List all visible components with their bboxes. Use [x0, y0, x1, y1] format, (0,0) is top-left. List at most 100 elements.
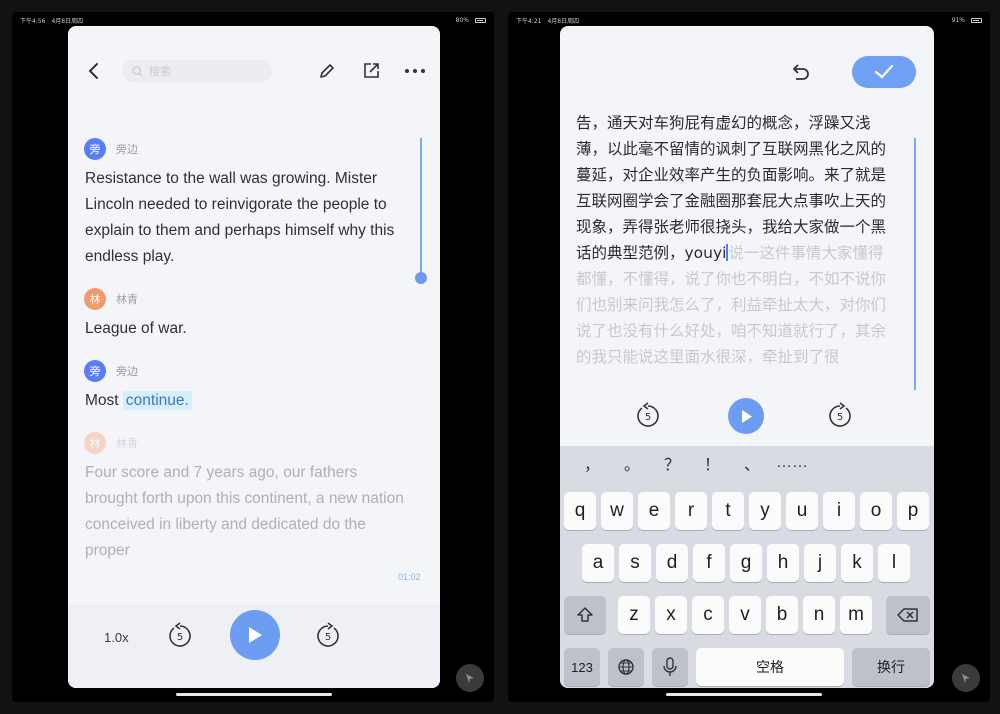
key-u[interactable]: u [786, 492, 818, 530]
skip-back-button[interactable]: 5 [166, 622, 194, 650]
punctuation-row: ， 。 ？ ！ 、 …… [560, 446, 934, 480]
numbers-key[interactable]: 123 [564, 648, 600, 686]
rewind-5-icon: 5 [169, 622, 191, 647]
globe-key[interactable] [608, 648, 644, 686]
key-f[interactable]: f [693, 544, 725, 582]
assistive-touch-button[interactable] [456, 664, 484, 692]
skip-forward-button[interactable]: 5 [314, 622, 342, 650]
key-p[interactable]: p [897, 492, 929, 530]
scrollbar-track [420, 138, 422, 276]
shift-key[interactable] [564, 596, 606, 634]
key-z[interactable]: z [618, 596, 650, 634]
assistive-touch-button[interactable] [952, 664, 980, 692]
avatar: 林 [84, 432, 106, 454]
key-e[interactable]: e [638, 492, 670, 530]
search-input[interactable]: 搜索 [122, 60, 272, 82]
player-bar: 1.0x 5 5 [68, 604, 440, 688]
backspace-key[interactable] [886, 596, 930, 634]
return-key[interactable]: 换行 [852, 648, 930, 686]
key-m[interactable]: m [840, 596, 872, 634]
microphone-key[interactable] [652, 648, 688, 686]
editor-text-main: 告，通天对车狗屁有虚幻的概念，浮躁又浅薄，以此毫不留情的讽刺了互联网黑化之风的蔓… [576, 114, 887, 262]
key-l[interactable]: l [878, 544, 910, 582]
key-g[interactable]: g [730, 544, 762, 582]
home-indicator[interactable] [176, 693, 332, 696]
key-o[interactable]: o [860, 492, 892, 530]
playback-speed-button[interactable]: 1.0x [104, 630, 129, 645]
punct-key[interactable]: …… [772, 454, 812, 472]
share-button[interactable] [358, 58, 384, 84]
speaker-name: 旁边 [116, 365, 138, 378]
more-icon [405, 69, 425, 73]
play-icon [741, 409, 752, 423]
status-date: 4月8日周四 [547, 17, 580, 25]
battery-icon [971, 17, 982, 23]
key-i[interactable]: i [823, 492, 855, 530]
speaker-row: 林 林青 [84, 288, 404, 310]
editor-top-bar [560, 56, 934, 92]
cursor-icon [466, 674, 474, 683]
transcript-editor[interactable]: 告，通天对车狗屁有虚幻的概念，浮躁又浅薄，以此毫不留情的讽刺了互联网黑化之风的蔓… [576, 110, 886, 370]
undo-icon [792, 64, 809, 80]
punct-key[interactable]: ， [572, 451, 612, 475]
key-s[interactable]: s [619, 544, 651, 582]
utterance-text[interactable]: League of war. [84, 316, 404, 342]
key-d[interactable]: d [656, 544, 688, 582]
play-button[interactable] [728, 398, 764, 434]
speaker-name: 林青 [116, 293, 138, 306]
key-q[interactable]: q [564, 492, 596, 530]
key-k[interactable]: k [841, 544, 873, 582]
key-b[interactable]: b [766, 596, 798, 634]
microphone-icon [663, 657, 677, 676]
punct-key[interactable]: ！ [692, 451, 732, 475]
transcript-entry: 旁 旁边 Resistance to the wall was growing.… [84, 138, 404, 270]
svg-text:5: 5 [177, 632, 183, 643]
transcript-entry: 林 林青 League of war. [84, 288, 404, 342]
chevron-left-icon [88, 63, 98, 79]
back-button[interactable] [82, 59, 106, 83]
space-key[interactable]: 空格 [696, 648, 844, 686]
search-placeholder: 搜索 [149, 66, 171, 78]
rewind-5-icon: 5 [637, 402, 659, 427]
timestamp: 01:02 [398, 572, 421, 582]
current-word-highlight: continue. [122, 391, 192, 410]
key-row-3: z x c v b n m [560, 596, 934, 634]
home-indicator[interactable] [666, 693, 822, 696]
key-t[interactable]: t [712, 492, 744, 530]
punct-key[interactable]: ？ [652, 451, 692, 475]
check-icon [874, 64, 894, 79]
cursor-icon [962, 674, 970, 683]
key-y[interactable]: y [749, 492, 781, 530]
key-h[interactable]: h [767, 544, 799, 582]
key-v[interactable]: v [729, 596, 761, 634]
key-x[interactable]: x [655, 596, 687, 634]
shift-icon [577, 607, 593, 622]
scrollbar-track[interactable] [914, 138, 916, 390]
punct-key[interactable]: 、 [732, 451, 772, 475]
battery-percent: 91% [951, 16, 965, 24]
skip-forward-button[interactable]: 5 [826, 402, 854, 430]
undo-button[interactable] [786, 60, 814, 88]
utterance-text[interactable]: Resistance to the wall was growing. Mist… [84, 166, 404, 270]
utterance-text[interactable]: Four score and 7 years ago, our fathers … [84, 460, 404, 564]
key-c[interactable]: c [692, 596, 724, 634]
key-j[interactable]: j [804, 544, 836, 582]
transcript-entry: 旁 旁边 Most continue. [84, 360, 404, 414]
confirm-button[interactable] [852, 56, 916, 88]
key-w[interactable]: w [601, 492, 633, 530]
key-n[interactable]: n [803, 596, 835, 634]
search-icon [132, 65, 143, 77]
scrollbar-handle[interactable] [415, 272, 427, 284]
more-button[interactable] [402, 58, 428, 84]
play-button[interactable] [230, 610, 280, 660]
play-icon [249, 627, 262, 643]
editor-playback-controls: 5 5 [560, 396, 934, 436]
share-icon [364, 63, 379, 78]
key-a[interactable]: a [582, 544, 614, 582]
punct-key[interactable]: 。 [612, 451, 652, 475]
key-r[interactable]: r [675, 492, 707, 530]
utterance-text[interactable]: Most continue. [84, 388, 404, 414]
skip-back-button[interactable]: 5 [634, 402, 662, 430]
speaker-row: 旁 旁边 [84, 360, 404, 382]
edit-button[interactable] [314, 58, 340, 84]
